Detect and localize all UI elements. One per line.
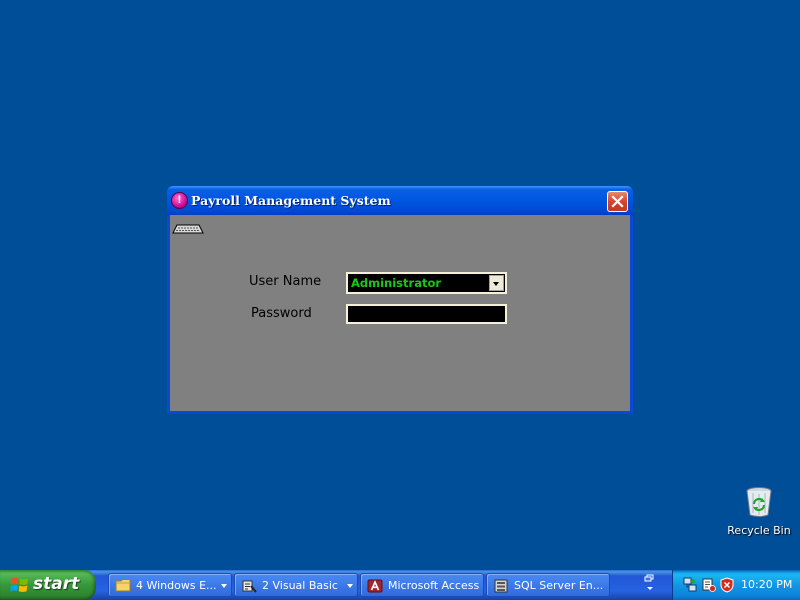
microsoft-access-icon	[367, 579, 383, 593]
taskbar: start 4 Windows E... 2 Visual Basic Micr…	[0, 570, 800, 600]
visual-basic-icon	[242, 580, 257, 593]
keyboard-icon	[172, 224, 204, 234]
start-button[interactable]: start	[0, 570, 96, 600]
sql-server-icon	[494, 579, 508, 593]
windows-logo-icon	[10, 577, 28, 592]
username-combobox[interactable]: Administrator	[346, 272, 507, 294]
security-center-icon[interactable]	[702, 577, 716, 593]
login-form: User Name Administrator Password	[170, 215, 630, 411]
taskbar-item-sql-server[interactable]: SQL Server En...	[486, 573, 610, 597]
taskbar-item-label: 4 Windows E...	[136, 579, 217, 592]
username-label: User Name	[249, 274, 322, 289]
chevron-down-icon	[493, 282, 499, 286]
payroll-app-icon: !	[171, 192, 188, 209]
clock[interactable]: 10:20 PM	[741, 578, 792, 591]
username-dropdown-button[interactable]	[489, 275, 504, 291]
restore-windows-icon[interactable]	[644, 574, 656, 594]
antivirus-shield-icon[interactable]	[720, 577, 734, 593]
chevron-down-icon	[347, 584, 353, 588]
password-label: Password	[251, 306, 312, 321]
taskbar-item-windows-explorer[interactable]: 4 Windows E...	[108, 573, 232, 597]
login-window: ! Payroll Management System User Name Ad…	[167, 186, 633, 414]
username-value: Administrator	[351, 276, 442, 290]
close-icon	[611, 195, 624, 208]
title-bar[interactable]: ! Payroll Management System	[167, 186, 633, 215]
chevron-down-icon	[221, 584, 227, 588]
close-button[interactable]	[607, 191, 628, 212]
taskbar-item-microsoft-access[interactable]: Microsoft Access	[360, 573, 484, 597]
recycle-bin-label: Recycle Bin	[727, 524, 791, 537]
taskbar-item-label: Microsoft Access	[388, 579, 480, 592]
start-label: start	[33, 574, 80, 594]
desktop: ! Payroll Management System User Name Ad…	[0, 0, 800, 570]
taskbar-item-label: 2 Visual Basic	[262, 579, 338, 592]
window-title: Payroll Management System	[191, 193, 391, 208]
folder-icon	[115, 579, 131, 592]
password-field[interactable]	[346, 304, 507, 324]
network-icon[interactable]	[683, 577, 697, 593]
taskbar-item-visual-basic[interactable]: 2 Visual Basic	[234, 573, 358, 597]
taskbar-item-label: SQL Server En...	[514, 579, 604, 592]
recycle-bin-icon	[746, 487, 772, 517]
recycle-bin-shortcut[interactable]: Recycle Bin	[724, 486, 794, 544]
system-tray: 10:20 PM	[672, 570, 800, 600]
